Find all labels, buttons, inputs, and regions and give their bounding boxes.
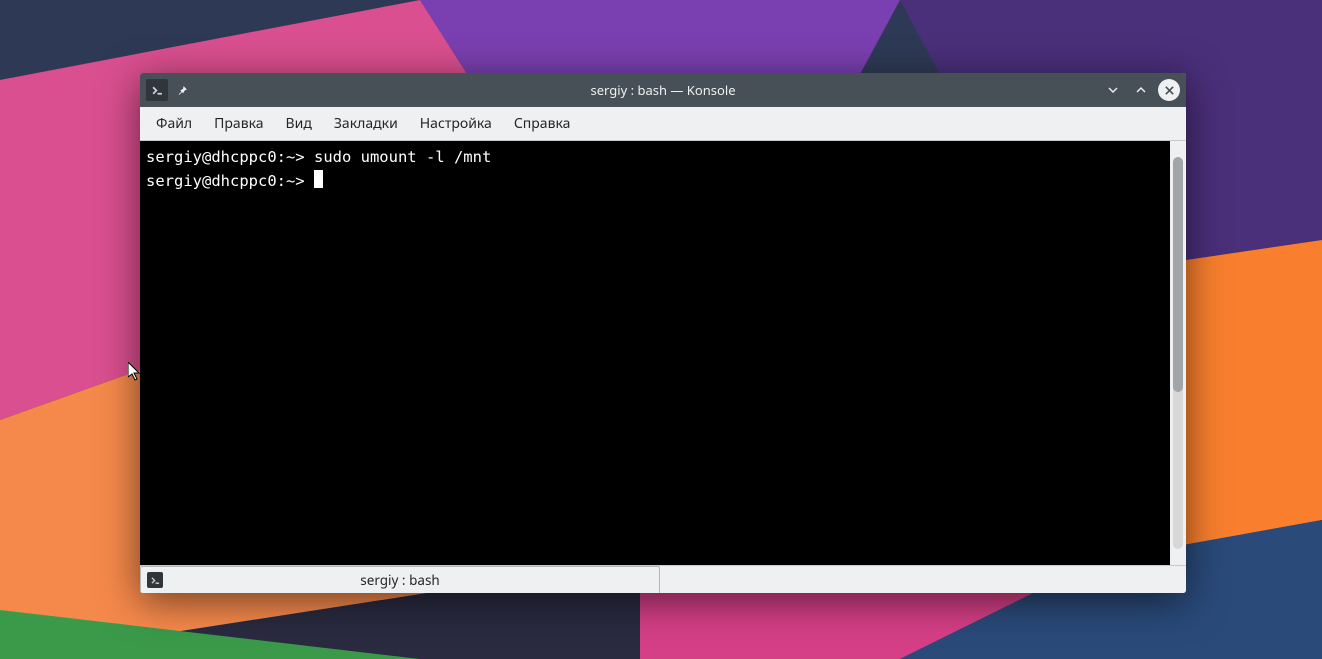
menu-file[interactable]: Файл <box>146 110 202 137</box>
menu-settings[interactable]: Настройка <box>410 110 502 137</box>
titlebar[interactable]: sergiy : bash — Konsole <box>140 73 1186 107</box>
menu-help[interactable]: Справка <box>504 110 581 137</box>
terminal-icon <box>147 572 163 588</box>
window-title: sergiy : bash — Konsole <box>140 81 1186 99</box>
menu-bookmarks[interactable]: Закладки <box>324 110 408 137</box>
menu-view[interactable]: Вид <box>276 110 322 137</box>
tab-label: sergiy : bash <box>360 571 440 589</box>
desktop: sergiy : bash — Konsole Файл Правка Вид … <box>0 0 1322 659</box>
tab-1[interactable]: sergiy : bash <box>140 566 660 593</box>
maximize-button[interactable] <box>1130 79 1152 101</box>
scrollbar-thumb[interactable] <box>1173 157 1183 392</box>
terminal-line: sergiy@dhcppc0:~> sudo umount -l /mnt <box>146 145 1164 169</box>
konsole-window: sergiy : bash — Konsole Файл Правка Вид … <box>140 73 1186 593</box>
terminal-prompt: sergiy@dhcppc0:~> <box>146 172 305 190</box>
menu-edit[interactable]: Правка <box>204 110 273 137</box>
terminal-command: sudo umount -l /mnt <box>314 148 491 166</box>
app-icon <box>146 79 168 101</box>
minimize-button[interactable] <box>1102 79 1124 101</box>
terminal-prompt: sergiy@dhcppc0:~> <box>146 148 305 166</box>
tabbar: sergiy : bash <box>140 565 1186 593</box>
close-button[interactable] <box>1158 79 1180 101</box>
terminal-cursor <box>314 170 323 188</box>
scrollbar-track[interactable] <box>1173 157 1183 549</box>
vertical-scrollbar[interactable] <box>1170 141 1186 565</box>
terminal-output[interactable]: sergiy@dhcppc0:~> sudo umount -l /mntser… <box>140 141 1170 565</box>
terminal-line: sergiy@dhcppc0:~> <box>146 169 1164 193</box>
menubar: Файл Правка Вид Закладки Настройка Справ… <box>140 107 1186 141</box>
pin-icon[interactable] <box>172 80 192 100</box>
